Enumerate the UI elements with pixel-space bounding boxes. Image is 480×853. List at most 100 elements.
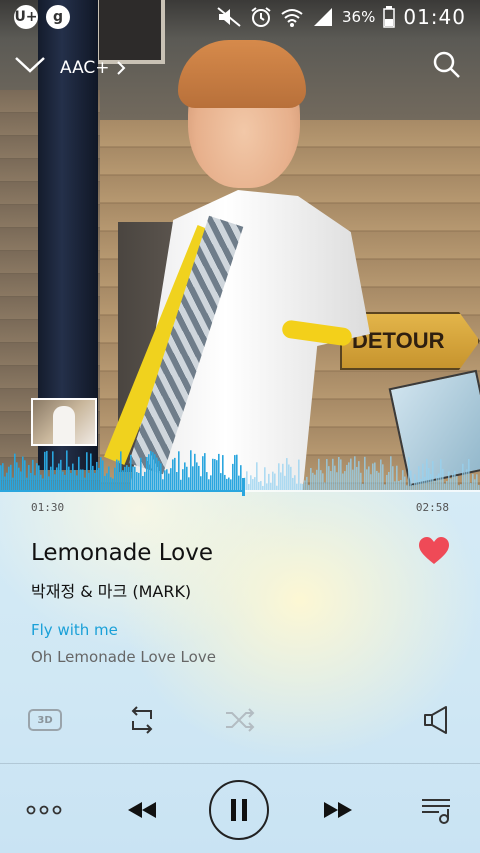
waveform-bar bbox=[130, 454, 132, 490]
waveform-bar bbox=[356, 466, 358, 490]
waveform-bar bbox=[124, 466, 126, 490]
waveform-bar bbox=[136, 472, 138, 490]
shuffle-button[interactable] bbox=[220, 700, 260, 740]
waveform-bar bbox=[58, 463, 60, 490]
like-button[interactable] bbox=[418, 536, 450, 566]
waveform-bar bbox=[166, 469, 168, 490]
player-topbar: AAC+ bbox=[0, 46, 480, 86]
waveform-bar bbox=[20, 471, 22, 490]
search-button[interactable] bbox=[432, 50, 462, 80]
waveform-bar bbox=[28, 465, 30, 490]
waveform-bar bbox=[38, 465, 40, 490]
waveform-bar bbox=[208, 479, 210, 490]
more-button[interactable] bbox=[24, 778, 64, 842]
waveform-bar bbox=[270, 482, 272, 490]
waveform-bar bbox=[54, 474, 56, 490]
battery-icon bbox=[383, 6, 396, 28]
waveform-bar bbox=[150, 450, 152, 490]
more-icon bbox=[26, 805, 62, 815]
waveform-bar bbox=[202, 456, 204, 490]
playlist-button[interactable] bbox=[416, 778, 456, 842]
waveform-bar bbox=[12, 477, 14, 490]
waveform-bar bbox=[90, 453, 92, 490]
waveform-bar bbox=[306, 476, 308, 490]
waveform-bar bbox=[68, 466, 70, 490]
waveform-bar bbox=[98, 467, 100, 490]
waveform-bar bbox=[2, 463, 4, 490]
pause-button[interactable] bbox=[208, 778, 270, 842]
progress-bar[interactable] bbox=[0, 478, 480, 496]
waveform-bar bbox=[86, 452, 88, 490]
waveform-bar bbox=[468, 458, 470, 490]
waveform-bar bbox=[210, 475, 212, 490]
audio-quality-button[interactable]: AAC+ bbox=[60, 58, 126, 78]
waveform-bar bbox=[224, 474, 226, 490]
output-device-button[interactable] bbox=[416, 700, 456, 740]
waveform-bar bbox=[466, 469, 468, 490]
waveform-bar bbox=[146, 457, 148, 490]
waveform-bar bbox=[174, 457, 176, 490]
waveform-bar bbox=[110, 477, 112, 490]
waveform-bar bbox=[430, 474, 432, 490]
waveform-bar bbox=[310, 467, 312, 490]
waveform-bar bbox=[382, 464, 384, 490]
waveform-bar bbox=[228, 477, 230, 490]
waveform-bar bbox=[44, 451, 46, 490]
waveform-bar bbox=[336, 472, 338, 490]
3d-sound-button[interactable]: 3D bbox=[25, 700, 65, 740]
waveform-bar bbox=[332, 458, 334, 490]
audio-quality-label: AAC+ bbox=[60, 58, 110, 78]
waveform-bar bbox=[176, 471, 178, 490]
waveform-bar bbox=[236, 454, 238, 490]
waveform-bar bbox=[350, 458, 352, 490]
waveform-bar bbox=[390, 456, 392, 490]
waveform-bar bbox=[36, 463, 38, 490]
waveform-bar bbox=[60, 459, 62, 490]
video-thumbnail[interactable] bbox=[31, 398, 97, 446]
repeat-icon bbox=[131, 706, 153, 734]
waveform-bar bbox=[120, 451, 122, 490]
song-title: Lemonade Love bbox=[31, 540, 214, 566]
waveform-bar bbox=[408, 457, 410, 490]
waveform-bar bbox=[72, 463, 74, 490]
lyric-current-line[interactable]: Fly with me bbox=[31, 621, 118, 639]
waveform-bar bbox=[100, 457, 102, 490]
waveform-bar bbox=[16, 462, 18, 490]
mute-icon bbox=[217, 7, 241, 27]
waveform-bar bbox=[370, 474, 372, 490]
lyric-next-line[interactable]: Oh Lemonade Love Love bbox=[31, 648, 216, 666]
waveform-bar bbox=[456, 476, 458, 490]
waveform-bar bbox=[284, 475, 286, 490]
waveform-bar bbox=[404, 476, 406, 490]
collapse-button[interactable] bbox=[14, 52, 46, 76]
next-button[interactable] bbox=[318, 778, 358, 842]
waveform bbox=[0, 450, 480, 490]
waveform-bar bbox=[108, 466, 110, 490]
waveform-bar bbox=[64, 474, 66, 490]
waveform-bar bbox=[386, 474, 388, 490]
total-time: 02:58 bbox=[415, 501, 449, 514]
previous-icon bbox=[128, 802, 156, 818]
waveform-bar bbox=[396, 465, 398, 490]
uplus-icon: U+ bbox=[14, 5, 38, 29]
waveform-bar bbox=[438, 473, 440, 490]
waveform-bar bbox=[220, 473, 222, 490]
waveform-bar bbox=[8, 466, 10, 490]
waveform-bar bbox=[464, 472, 466, 490]
waveform-bar bbox=[192, 466, 194, 490]
waveform-bar bbox=[434, 480, 436, 490]
progress-handle[interactable] bbox=[241, 478, 245, 496]
waveform-bar bbox=[334, 465, 336, 490]
waveform-bar bbox=[298, 459, 300, 490]
repeat-button[interactable] bbox=[122, 700, 162, 740]
previous-button[interactable] bbox=[122, 778, 162, 842]
song-artist[interactable]: 박재정 & 마크 (MARK) bbox=[31, 578, 191, 602]
waveform-bar bbox=[424, 476, 426, 490]
waveform-bar bbox=[238, 475, 240, 490]
signal-icon bbox=[314, 8, 333, 26]
waveform-bar bbox=[374, 462, 376, 490]
waveform-bar bbox=[326, 459, 328, 490]
waveform-bar bbox=[160, 463, 162, 490]
progress-fill bbox=[0, 490, 243, 492]
heart-icon bbox=[419, 537, 449, 564]
